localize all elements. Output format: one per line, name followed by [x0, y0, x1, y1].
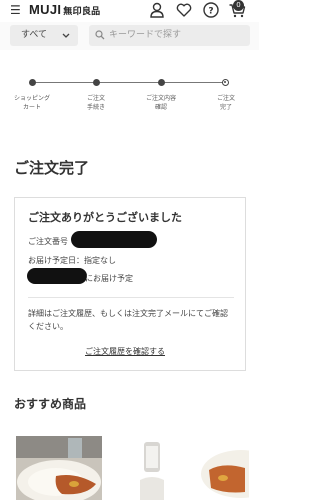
detail-message: 詳細はご注文履歴、もしくは注文完了メールにてご確認ください。	[28, 309, 228, 331]
site-header: ☰ MUJI 無印良品 ? 0	[0, 0, 259, 22]
delivery-date: お届け予定日：指定なし	[28, 256, 116, 265]
user-icon[interactable]	[148, 1, 166, 19]
help-icon[interactable]: ?	[202, 1, 220, 19]
page-title: ご注文完了	[14, 159, 90, 177]
search-bar: すべて キーワードで探す	[0, 22, 259, 50]
search-icon	[95, 30, 105, 40]
progress-line	[32, 82, 226, 83]
step-dot-complete	[222, 79, 229, 86]
thanks-message: ご注文ありがとうございました	[28, 211, 182, 224]
order-number-label: ご注文番号	[28, 237, 68, 246]
delivery-note: にお届け予定	[85, 274, 133, 283]
step-label-cart: ショッピング カート	[13, 95, 50, 111]
step-dot-procedure	[93, 79, 100, 86]
product-image-curry[interactable]	[16, 436, 102, 500]
svg-text:?: ?	[208, 7, 213, 17]
menu-icon[interactable]: ☰	[10, 3, 21, 17]
divider	[28, 297, 234, 298]
chevron-down-icon	[62, 33, 70, 38]
category-select[interactable]: すべて	[10, 25, 78, 46]
order-confirmation-box: ご注文ありがとうございました ご注文番号 お届け予定日：指定なし にお届け予定 …	[14, 197, 246, 371]
step-dot-confirm	[158, 79, 165, 86]
redacted-delivery-address	[27, 268, 87, 284]
step-dot-cart	[29, 79, 36, 86]
cart-count-badge: 0	[233, 0, 244, 11]
product-image-curry-2[interactable]	[199, 436, 249, 500]
step-label-complete: ご注文 完了	[216, 95, 235, 111]
heart-icon[interactable]	[175, 1, 193, 19]
redacted-order-number	[71, 231, 157, 248]
step-label-confirm: ご注文内容 確認	[145, 95, 176, 111]
recommend-title: おすすめ商品	[14, 397, 87, 411]
order-history-link[interactable]: ご注文履歴を確認する	[85, 346, 165, 357]
product-image-bottle[interactable]	[132, 436, 172, 500]
muji-logo[interactable]: MUJI 無印良品	[29, 2, 100, 20]
step-label-procedure: ご注文 手続き	[86, 95, 105, 111]
search-input[interactable]: キーワードで探す	[89, 25, 250, 46]
